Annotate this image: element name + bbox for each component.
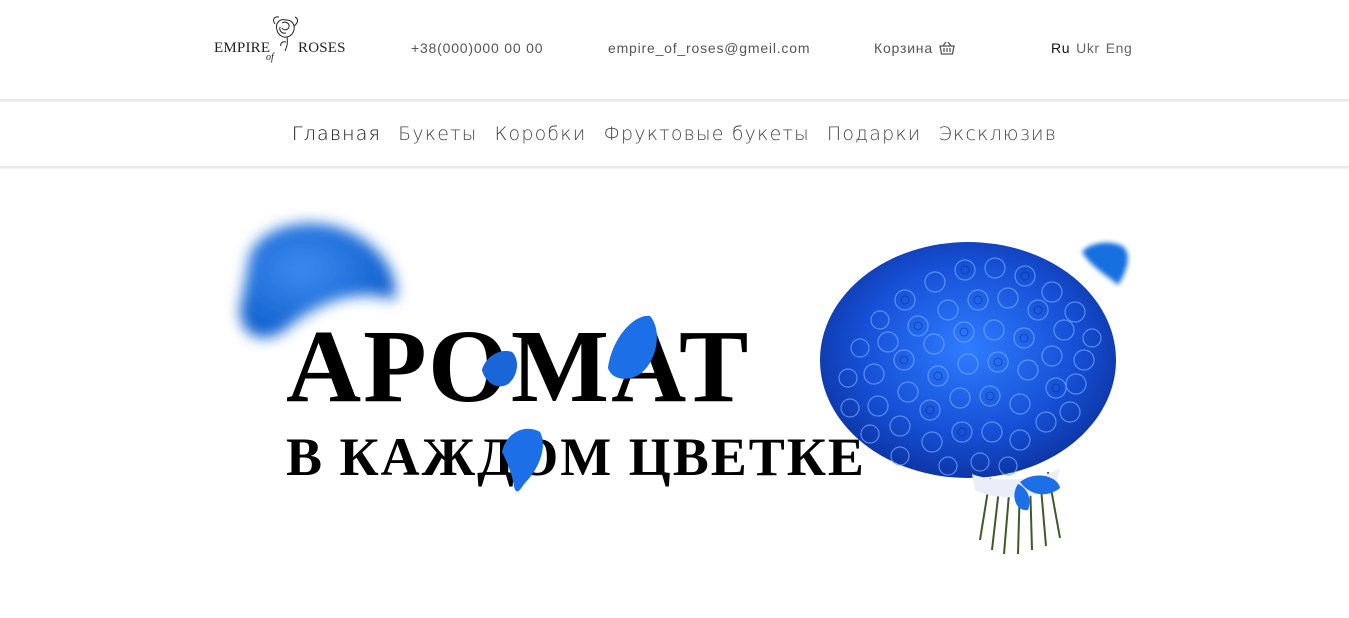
nav-item-home[interactable]: Главная	[292, 123, 381, 145]
logo-text-roses: ROSES	[298, 40, 346, 56]
lang-ru[interactable]: Ru	[1051, 40, 1070, 56]
nav-item-bouquets[interactable]: Букеты	[398, 123, 477, 145]
top-bar: EMPIRE of ROSES +38(000)000 00 00 empire…	[0, 0, 1349, 99]
hero-banner: АРОМАТ В КАЖДОМ ЦВЕТКЕ	[0, 170, 1349, 618]
blue-roses-bouquet	[820, 242, 1116, 555]
phone-number[interactable]: +38(000)000 00 00	[411, 40, 543, 56]
cart-label: Корзина	[874, 40, 933, 56]
nav-item-fruit-bouquets[interactable]: Фруктовые букеты	[603, 123, 809, 145]
cart-link[interactable]: Корзина	[874, 40, 955, 56]
logo-text-of: of	[266, 52, 274, 63]
hero-title: АРОМАТ	[286, 309, 751, 424]
basket-icon	[939, 41, 955, 55]
logo[interactable]: EMPIRE of ROSES	[214, 14, 354, 66]
email-address[interactable]: empire_of_roses@gmeil.com	[608, 40, 810, 56]
nav-divider	[0, 166, 1349, 169]
hero-subtitle: В КАЖДОМ ЦВЕТКЕ	[286, 427, 866, 487]
lang-eng[interactable]: Eng	[1106, 40, 1133, 56]
nav-item-exclusive[interactable]: Эксклюзив	[939, 123, 1058, 145]
lang-ukr[interactable]: Ukr	[1076, 40, 1100, 56]
logo-text-empire: EMPIRE	[214, 40, 271, 56]
blurred-petal-small	[1082, 242, 1128, 285]
nav-item-boxes[interactable]: Коробки	[495, 123, 587, 145]
language-switcher: Ru Ukr Eng	[1051, 40, 1132, 56]
nav-item-gifts[interactable]: Подарки	[827, 123, 922, 145]
main-navigation: Главная Букеты Коробки Фруктовые букеты …	[0, 102, 1349, 166]
